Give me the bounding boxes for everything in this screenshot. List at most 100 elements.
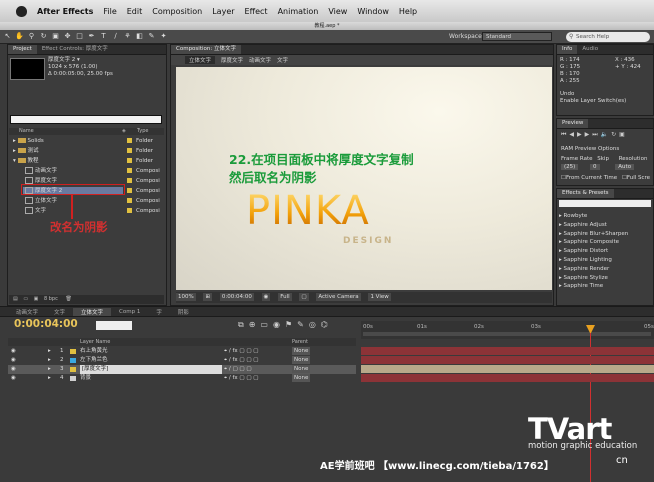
project-item[interactable]: 动画文字 Composi (9, 166, 164, 176)
menu-animation[interactable]: Animation (278, 7, 319, 16)
trash-icon[interactable]: 🗑 (65, 296, 71, 302)
ram-preview-options[interactable]: RAM Preview Options (561, 146, 619, 153)
resolution-select[interactable]: Full (278, 293, 292, 301)
effects-item[interactable]: ▸ Sapphire Lighting (559, 256, 628, 265)
app-menu[interactable]: After Effects (37, 7, 93, 16)
breadcrumb-item[interactable]: 立体文字 (185, 56, 216, 64)
time-ruler[interactable]: 00s 01s 02s 03s 05s (361, 321, 654, 339)
tab-composition[interactable]: Composition: 立体文字 (171, 45, 241, 54)
breadcrumb-item[interactable]: 厚度文字 (221, 56, 243, 64)
parent-select[interactable]: None (292, 356, 311, 364)
timeline-layer-row[interactable]: ◉ ▸ 4 背景 ⌖ ∕ fx ▢ ▢ ▢ None (8, 374, 356, 383)
eye-icon[interactable]: ◉ (11, 365, 16, 374)
eye-icon[interactable]: ◉ (11, 374, 16, 383)
layer-duration-bar[interactable] (361, 347, 654, 355)
layer-switches[interactable]: ⌖ ∕ fx ▢ ▢ ▢ (224, 347, 258, 356)
project-item[interactable]: ▸ Solids Folder (9, 136, 164, 146)
timeline-layer-row-selected[interactable]: ◉ ▸ 3 [厚度文字] ⌖ ∕ ▢ ▢ ▢ None (8, 365, 356, 374)
workspace-select[interactable]: Standard (482, 32, 552, 41)
layer-duration-bar-selected[interactable] (361, 365, 654, 373)
timeline-tab[interactable]: 动画文字 (8, 308, 46, 316)
rotate-tool-icon[interactable]: ↻ (39, 32, 48, 41)
hand-tool-icon[interactable]: ✋ (15, 32, 24, 41)
parent-select[interactable]: None (292, 365, 311, 373)
timeline-tab-active[interactable]: 立体文字 (73, 307, 112, 316)
region-icon[interactable]: ▢ (299, 293, 309, 301)
apple-icon[interactable] (16, 5, 27, 17)
playback-controls[interactable]: ⏮◀▶▶⏭🔈↻▣ (561, 131, 628, 139)
type-column[interactable]: Type (137, 128, 148, 134)
work-area-bar[interactable] (363, 332, 651, 336)
project-item[interactable]: ▸ 测试 Folder (9, 146, 164, 156)
menu-edit[interactable]: Edit (127, 7, 143, 16)
brush-tool-icon[interactable]: ∕ (111, 32, 120, 41)
search-help-input[interactable]: Search Help (566, 32, 650, 42)
text-tool-icon[interactable]: T (99, 32, 108, 41)
effects-item[interactable]: ▸ Sapphire Adjust (559, 221, 628, 230)
project-item[interactable]: ▾ 教程 Folder (9, 156, 164, 166)
tab-project[interactable]: Project (8, 45, 37, 54)
interpret-footage-icon[interactable]: ▤ (13, 296, 18, 302)
pen-tool-icon[interactable]: ✒ (87, 32, 96, 41)
rectangle-tool-icon[interactable]: □ (75, 32, 84, 41)
zoom-tool-icon[interactable]: ⚲ (27, 32, 36, 41)
puppet-tool-icon[interactable]: ✦ (159, 32, 168, 41)
camera-icon[interactable]: ◉ (261, 293, 271, 301)
new-folder-icon[interactable]: ▭ (23, 296, 28, 302)
effects-item[interactable]: ▸ Sapphire Stylize (559, 274, 628, 283)
new-comp-icon[interactable]: ▣ (34, 296, 39, 302)
tab-effects-presets[interactable]: Effects & Presets (557, 189, 614, 198)
effects-item[interactable]: ▸ Rowbyte (559, 212, 628, 221)
effects-item[interactable]: ▸ Sapphire Composite (559, 238, 628, 247)
menu-effect[interactable]: Effect (245, 7, 268, 16)
label-column-icon[interactable]: ◈ (122, 128, 126, 134)
project-item[interactable]: 文字 Composi (9, 206, 164, 216)
eye-icon[interactable]: ◉ (11, 356, 16, 365)
breadcrumb-item[interactable]: 文字 (277, 56, 288, 64)
camera-tool-icon[interactable]: ▣ (51, 32, 60, 41)
effects-search-input[interactable] (559, 200, 651, 207)
menu-file[interactable]: File (103, 7, 116, 16)
menu-help[interactable]: Help (399, 7, 417, 16)
pan-behind-tool-icon[interactable]: ✥ (63, 32, 72, 41)
timeline-timecode[interactable]: 0:00:04:00 (14, 318, 78, 330)
effects-item[interactable]: ▸ Sapphire Time (559, 282, 628, 291)
snapshot-icon[interactable]: ⊞ (203, 293, 213, 301)
tab-audio[interactable]: Audio (577, 45, 603, 54)
effects-item[interactable]: ▸ Sapphire Blur+Sharpen (559, 230, 628, 239)
name-column[interactable]: Name (19, 128, 34, 134)
clone-tool-icon[interactable]: ⚘ (123, 32, 132, 41)
effects-item[interactable]: ▸ Sapphire Render (559, 265, 628, 274)
timeline-search-input[interactable] (96, 321, 132, 330)
timeline-switches-icons[interactable]: ⧉⊕▭◉⚑✎◎⌬ (238, 320, 333, 330)
breadcrumb-item[interactable]: 动画文字 (249, 56, 271, 64)
layer-switches[interactable]: ⌖ ∕ ▢ ▢ ▢ (224, 365, 252, 374)
project-search-input[interactable] (10, 115, 162, 124)
skip-select[interactable]: 0 (590, 164, 600, 170)
timeline-tab[interactable]: 字 (148, 308, 170, 316)
menu-view[interactable]: View (328, 7, 347, 16)
menu-composition[interactable]: Composition (152, 7, 202, 16)
bpc-button[interactable]: 8 bpc (44, 296, 58, 302)
timeline-tab[interactable]: 文字 (46, 308, 73, 316)
timeline-tab[interactable]: Comp 1 (111, 309, 148, 315)
roto-tool-icon[interactable]: ✎ (147, 32, 156, 41)
timeline-tab[interactable]: 阴影 (170, 308, 197, 316)
tab-preview[interactable]: Preview (557, 119, 589, 128)
project-item[interactable]: 立体文字 Composi (9, 196, 164, 206)
timeline-layer-row[interactable]: ◉ ▸ 1 右上角黄光 ⌖ ∕ fx ▢ ▢ ▢ None (8, 347, 356, 356)
zoom-select[interactable]: 100% (176, 293, 196, 301)
camera-select[interactable]: Active Camera (316, 293, 361, 301)
timeline-layer-row[interactable]: ◉ ▸ 2 左下角兰色 ⌖ ∕ fx ▢ ▢ ▢ None (8, 356, 356, 365)
layer-duration-bar[interactable] (361, 374, 654, 382)
selection-tool-icon[interactable]: ↖ (3, 32, 12, 41)
eye-icon[interactable]: ◉ (11, 347, 16, 356)
effects-item[interactable]: ▸ Sapphire Distort (559, 247, 628, 256)
layer-switches[interactable]: ⌖ ∕ fx ▢ ▢ ▢ (224, 356, 258, 365)
view-layout-select[interactable]: 1 View (368, 293, 391, 301)
menu-layer[interactable]: Layer (212, 7, 234, 16)
parent-select[interactable]: None (292, 374, 311, 382)
parent-select[interactable]: None (292, 347, 311, 355)
frame-rate-select[interactable]: (25) (561, 164, 579, 170)
menu-window[interactable]: Window (357, 7, 389, 16)
